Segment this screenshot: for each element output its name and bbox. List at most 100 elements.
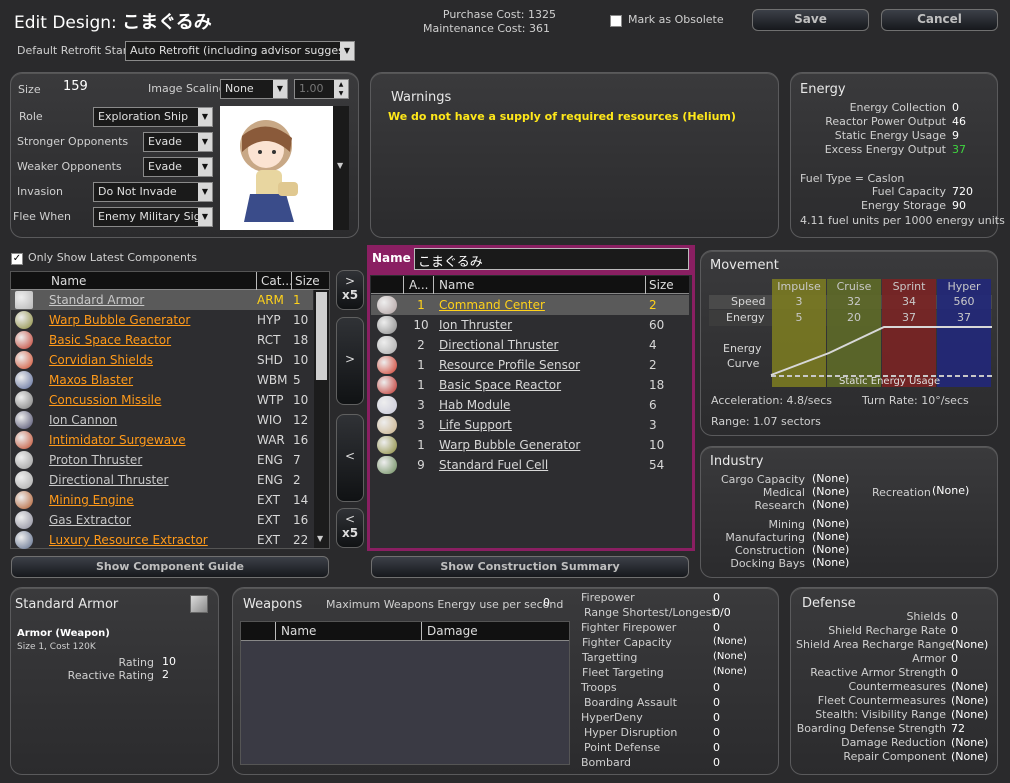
weapon-stat-label: Bombard xyxy=(581,756,632,769)
construction-icon xyxy=(377,336,397,354)
component-row[interactable]: Proton Thruster ENG 7 xyxy=(11,450,313,470)
weaker-select[interactable]: Evade ▼ xyxy=(143,157,213,177)
defense-value: 72 xyxy=(951,722,965,735)
show-construction-summary-button[interactable]: Show Construction Summary xyxy=(371,556,689,578)
component-row[interactable]: Standard Armor ARM 1 xyxy=(11,290,313,310)
weaker-value: Evade xyxy=(148,160,182,173)
defense-label: Armor xyxy=(912,652,946,665)
x5-label: x5 xyxy=(341,288,359,302)
construction-row[interactable]: 2 Directional Thruster 4 xyxy=(371,335,689,355)
weapon-stat-value: 0 xyxy=(713,681,720,694)
component-icon xyxy=(15,411,33,429)
col-weapon-name[interactable]: Name xyxy=(281,624,316,638)
arrow-left-icon: < xyxy=(344,512,356,526)
retrofit-label: Default Retrofit Stance xyxy=(17,44,143,57)
construction-list: A... Name Size 1 Command Center 2 10 Ion Thr… xyxy=(371,276,691,476)
remove-x5-button[interactable]: < x5 xyxy=(336,508,364,548)
col-amount[interactable]: A... xyxy=(409,278,428,292)
stronger-label: Stronger Opponents xyxy=(17,135,129,148)
warning-message: We do not have a supply of required reso… xyxy=(388,110,736,123)
flee-select[interactable]: Enemy Military Sighted ▼ xyxy=(93,207,213,227)
industry-label: Mining xyxy=(768,518,805,531)
construction-size: 6 xyxy=(649,398,657,412)
image-scaling-number[interactable]: 1.00 ▲ ▼ xyxy=(294,79,349,99)
component-name: Corvidian Shields xyxy=(49,353,153,367)
component-row[interactable]: Corvidian Shields SHD 10 xyxy=(11,350,313,370)
component-row[interactable]: Warp Bubble Generator HYP 10 xyxy=(11,310,313,330)
energy-row-label: Energy Collection xyxy=(849,101,946,114)
col-size[interactable]: Size xyxy=(649,278,674,292)
fuel-capacity-value: 720 xyxy=(952,185,973,198)
weapons-list-header: Name Damage xyxy=(241,622,569,641)
component-row[interactable]: Ion Cannon WIO 12 xyxy=(11,410,313,430)
component-row[interactable]: Maxos Blaster WBM 5 xyxy=(11,370,313,390)
component-row[interactable]: Gas Extractor EXT 16 xyxy=(11,510,313,530)
show-component-guide-button[interactable]: Show Component Guide xyxy=(11,556,329,578)
construction-name: Warp Bubble Generator xyxy=(439,438,581,452)
flee-label: Flee When xyxy=(13,210,72,223)
construction-list-header: A... Name Size xyxy=(371,276,689,294)
construction-row[interactable]: 3 Life Support 3 xyxy=(371,415,689,435)
col-name[interactable]: Name xyxy=(439,278,474,292)
component-icon xyxy=(15,391,33,409)
col-size[interactable]: Size xyxy=(295,274,320,288)
image-scaling-value: None xyxy=(225,82,254,95)
col-cat[interactable]: Cat... xyxy=(261,274,293,288)
component-row[interactable]: Directional Thruster ENG 2 xyxy=(11,470,313,490)
weapon-stat-value: 0/0 xyxy=(713,606,731,619)
component-size: 10 xyxy=(293,313,309,327)
component-icon xyxy=(15,531,33,549)
ship-image-scroll[interactable]: ▼ xyxy=(333,106,349,230)
construction-size: 2 xyxy=(649,298,657,312)
add-button[interactable]: > xyxy=(336,317,364,405)
weapon-stat-label: Fleet Targeting xyxy=(582,666,664,679)
reactive-rating-label: Reactive Rating xyxy=(67,669,154,682)
construction-row[interactable]: 1 Warp Bubble Generator 10 xyxy=(371,435,689,455)
chevron-down-icon[interactable]: ▼ xyxy=(317,534,323,543)
construction-row[interactable]: 1 Resource Profile Sensor 2 xyxy=(371,355,689,375)
scroll-thumb[interactable] xyxy=(316,292,327,380)
energy-title: Energy xyxy=(800,82,846,97)
stronger-select[interactable]: Evade ▼ xyxy=(143,132,213,152)
component-row[interactable]: Mining Engine EXT 14 xyxy=(11,490,313,510)
retrofit-select[interactable]: Auto Retrofit (including advisor suggest… xyxy=(125,41,355,61)
construction-name-input[interactable]: こまぐるみ xyxy=(414,248,689,270)
add-x5-button[interactable]: > x5 xyxy=(336,270,364,310)
defense-value: 0 xyxy=(951,624,958,637)
component-row[interactable]: Basic Space Reactor RCT 18 xyxy=(11,330,313,350)
construction-amount: 1 xyxy=(417,358,425,372)
save-button[interactable]: Save xyxy=(752,9,869,31)
component-icon xyxy=(15,331,33,349)
component-list-scrollbar[interactable]: ▼ xyxy=(314,290,329,548)
defense-value: 0 xyxy=(951,610,958,623)
component-row[interactable]: Luxury Resource Extractor EXT 22 xyxy=(11,530,313,550)
construction-size: 2 xyxy=(649,358,657,372)
construction-row[interactable]: 3 Hab Module 6 xyxy=(371,395,689,415)
component-row[interactable]: Intimidator Surgewave WAR 16 xyxy=(11,430,313,450)
construction-name: Hab Module xyxy=(439,398,511,412)
component-name: Ion Cannon xyxy=(49,413,118,427)
role-select[interactable]: Exploration Ship ▼ xyxy=(93,107,213,127)
ship-image[interactable] xyxy=(220,106,333,230)
construction-row[interactable]: 1 Basic Space Reactor 18 xyxy=(371,375,689,395)
image-scaling-select[interactable]: None ▼ xyxy=(220,79,288,99)
defense-value: 0 xyxy=(951,666,958,679)
static-energy-label: Static Energy Usage xyxy=(839,376,941,387)
cancel-button[interactable]: Cancel xyxy=(881,9,998,31)
construction-row[interactable]: 9 Standard Fuel Cell 54 xyxy=(371,455,689,475)
invasion-select[interactable]: Do Not Invade ▼ xyxy=(93,182,213,202)
col-damage[interactable]: Damage xyxy=(427,624,478,638)
col-name[interactable]: Name xyxy=(51,274,86,288)
max-weapons-energy-value: 0 xyxy=(543,596,550,609)
obsolete-checkbox[interactable] xyxy=(610,15,622,27)
construction-row[interactable]: 10 Ion Thruster 60 xyxy=(371,315,689,335)
defense-label: Damage Reduction xyxy=(841,736,946,749)
movement-table: Impulse 3 5 Cruise 32 20 Sprint 34 37 Hyper 560 37 … xyxy=(709,279,992,387)
construction-row[interactable]: 1 Command Center 2 xyxy=(371,295,689,315)
component-row[interactable]: Concussion Missile WTP 10 xyxy=(11,390,313,410)
component-category: ENG xyxy=(257,473,283,487)
industry-value: (None) xyxy=(812,556,850,569)
weapon-stat-value: 0 xyxy=(713,741,720,754)
remove-button[interactable]: < xyxy=(336,414,364,502)
only-latest-checkbox[interactable]: ✓ xyxy=(11,253,23,265)
